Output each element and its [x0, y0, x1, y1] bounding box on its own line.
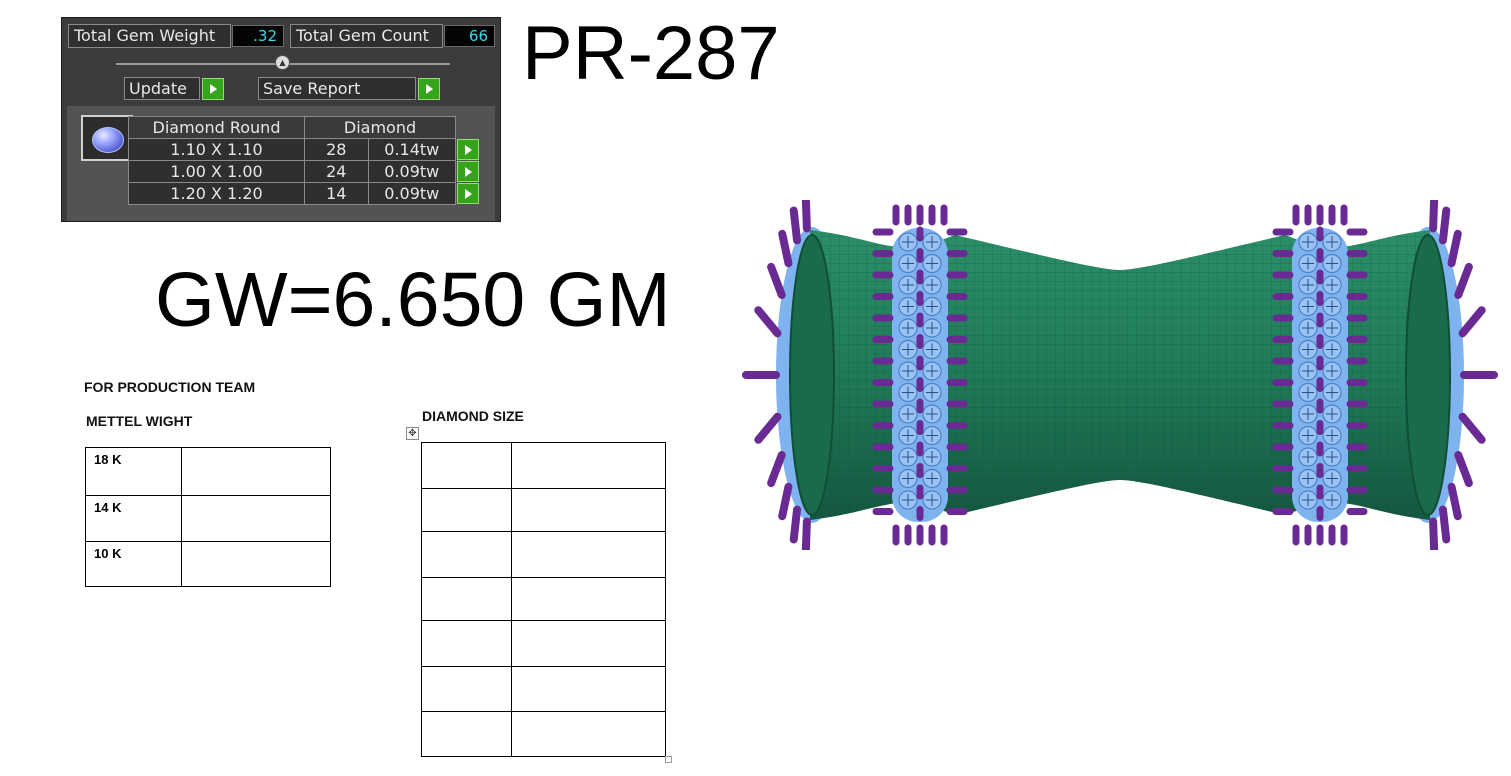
diamond-row	[421, 666, 666, 712]
prong	[801, 517, 811, 550]
karat-label: 14 K	[85, 495, 182, 542]
diamond-size-cell[interactable]	[421, 442, 512, 489]
diamond-size-cell[interactable]	[421, 577, 512, 621]
total-gem-weight-value: .32	[232, 25, 284, 47]
gem-weight: 0.14tw	[367, 138, 457, 161]
gem-weight: 0.09tw	[367, 160, 457, 183]
update-go-icon[interactable]	[202, 78, 224, 100]
metal-weight-table: 18 K 14 K 10 K	[85, 447, 331, 587]
prong	[1438, 206, 1451, 245]
prong	[1458, 306, 1486, 338]
gem-count: 24	[304, 160, 369, 183]
prong	[754, 412, 782, 444]
splitter-handle[interactable]: ▲	[275, 55, 290, 70]
metal-weight-cell[interactable]	[181, 541, 331, 587]
diamond-value-cell[interactable]	[511, 711, 666, 757]
karat-label: 18 K	[85, 447, 182, 496]
table-resize-handle[interactable]	[665, 756, 672, 763]
diamond-size-cell[interactable]	[421, 531, 512, 578]
update-button[interactable]: Update	[124, 77, 200, 100]
prong	[1454, 451, 1473, 488]
gem-table: Diamond Round Diamond 1.10 X 1.10 28 0.1…	[128, 116, 481, 205]
prong	[1429, 200, 1439, 233]
gem-table-row: 1.10 X 1.10 28 0.14tw	[128, 138, 481, 161]
prong	[767, 451, 786, 488]
production-title: FOR PRODUCTION TEAM	[84, 379, 256, 395]
round-diamond-icon[interactable]	[81, 115, 133, 161]
prong	[789, 206, 802, 245]
prong	[1447, 229, 1462, 268]
diamond-row	[421, 711, 666, 757]
metal-row: 14 K	[85, 495, 331, 542]
ring-body	[742, 200, 1498, 550]
gem-size: 1.20 X 1.20	[128, 182, 305, 205]
gross-weight: GW=6.650 GM	[155, 257, 671, 343]
karat-label: 10 K	[85, 541, 182, 587]
metal-weight-heading: METTEL WIGHT	[86, 413, 193, 429]
diamond-value-cell[interactable]	[511, 666, 666, 712]
prong	[1447, 482, 1462, 521]
diamond-size-cell[interactable]	[421, 711, 512, 757]
metal-weight-cell[interactable]	[181, 447, 331, 496]
ring-end-face-left	[789, 234, 835, 516]
prong	[801, 200, 811, 233]
metal-row: 10 K	[85, 541, 331, 587]
prong	[767, 262, 786, 299]
gem-table-row: 1.00 X 1.00 24 0.09tw	[128, 160, 481, 183]
gem-size: 1.10 X 1.10	[128, 138, 305, 161]
gem-size: 1.00 X 1.00	[128, 160, 305, 183]
prong	[1438, 505, 1451, 544]
ring-end-face-right	[1405, 234, 1451, 516]
ring-3d-render	[742, 200, 1498, 550]
diamond-row	[421, 442, 666, 489]
gem-table-row: 1.20 X 1.20 14 0.09tw	[128, 182, 481, 205]
total-gem-count-value: 66	[444, 25, 495, 47]
diamond-row	[421, 620, 666, 667]
diamond-value-cell[interactable]	[511, 620, 666, 667]
save-report-button[interactable]: Save Report	[258, 77, 416, 100]
diamond-size-cell[interactable]	[421, 488, 512, 532]
diamond-size-table	[421, 442, 666, 757]
prong	[778, 482, 793, 521]
total-gem-weight-label: Total Gem Weight	[68, 24, 231, 48]
diamond-size-heading: DIAMOND SIZE	[422, 408, 524, 424]
play-arrow-icon[interactable]	[457, 138, 479, 160]
gem-list-area: Diamond Round Diamond 1.10 X 1.10 28 0.1…	[67, 106, 495, 221]
prong	[754, 306, 782, 338]
total-gem-count-label: Total Gem Count	[290, 24, 443, 48]
move-handle-icon[interactable]: ✥	[406, 427, 419, 440]
gem-count: 28	[304, 138, 369, 161]
diamond-row	[421, 488, 666, 532]
gem-table-header-type: Diamond	[304, 116, 456, 139]
gem-weight: 0.09tw	[367, 182, 457, 205]
diamond-value-cell[interactable]	[511, 531, 666, 578]
diamond-value-cell[interactable]	[511, 488, 666, 532]
prong	[1454, 262, 1473, 299]
diamond-value-cell[interactable]	[511, 442, 666, 489]
play-arrow-icon[interactable]	[457, 182, 479, 204]
metal-row: 18 K	[85, 447, 331, 496]
diamond-size-cell[interactable]	[421, 666, 512, 712]
gem-report-panel: Total Gem Weight .32 Total Gem Count 66 …	[61, 17, 501, 222]
prong	[778, 229, 793, 268]
save-report-go-icon[interactable]	[418, 78, 440, 100]
gem-table-header-shape: Diamond Round	[128, 116, 305, 139]
metal-weight-cell[interactable]	[181, 495, 331, 542]
prong	[1429, 517, 1439, 550]
diamond-value-cell[interactable]	[511, 577, 666, 621]
prong	[1458, 412, 1486, 444]
model-code: PR-287	[522, 11, 780, 96]
gem-count: 14	[304, 182, 369, 205]
diamond-row	[421, 577, 666, 621]
diamond-row	[421, 531, 666, 578]
prong	[789, 505, 802, 544]
play-arrow-icon[interactable]	[457, 160, 479, 182]
diamond-size-cell[interactable]	[421, 620, 512, 667]
